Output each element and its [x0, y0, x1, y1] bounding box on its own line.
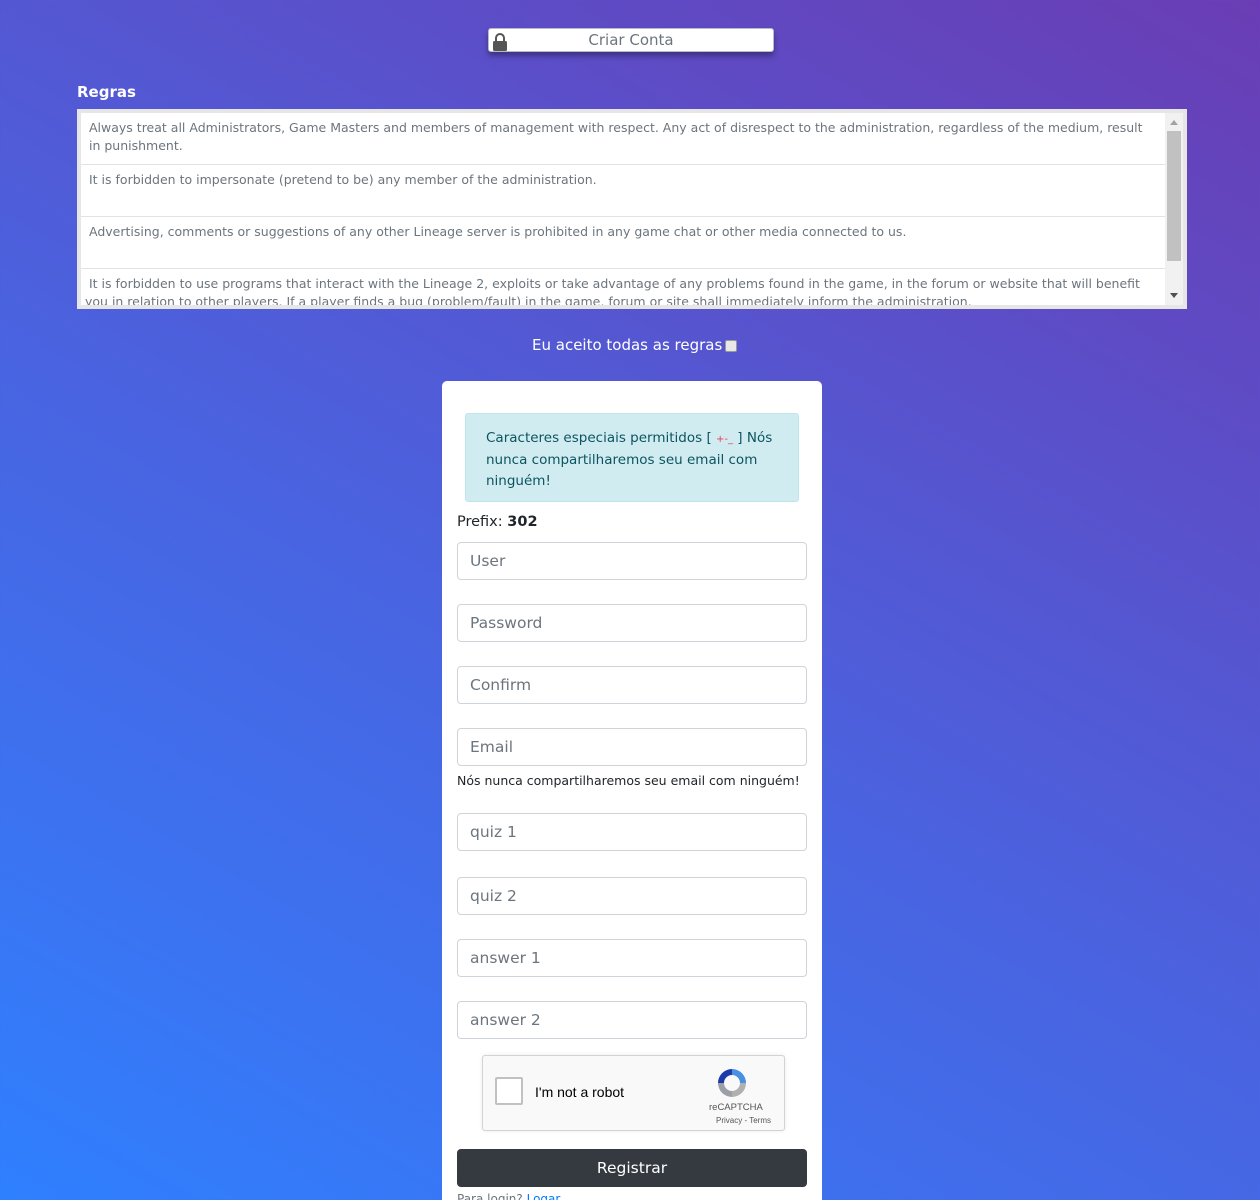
login-prompt: Para login?	[457, 1192, 523, 1200]
confirm-password-input[interactable]	[457, 666, 807, 704]
rules-list: Always treat all Administrators, Game Ma…	[81, 113, 1165, 305]
login-line: Para login? Logar	[457, 1192, 560, 1200]
create-account-button[interactable]: Criar Conta	[488, 28, 774, 52]
password-input[interactable]	[457, 604, 807, 642]
scroll-thumb[interactable]	[1167, 131, 1181, 261]
prefix-line: Prefix: 302	[457, 514, 538, 530]
scroll-up-arrow-icon[interactable]	[1170, 120, 1178, 125]
create-account-label: Criar Conta	[588, 31, 674, 49]
recaptcha-privacy-link[interactable]: Privacy	[716, 1116, 742, 1125]
email-input[interactable]	[457, 728, 807, 766]
scroll-down-arrow-icon[interactable]	[1170, 293, 1178, 298]
alert-allowed-chars: +-_	[716, 434, 734, 445]
user-input[interactable]	[457, 542, 807, 580]
recaptcha-brand: reCAPTCHA	[709, 1102, 763, 1113]
recaptcha-logo-icon	[718, 1069, 746, 1097]
prefix-value: 302	[507, 514, 538, 530]
register-card: Caracteres especiais permitidos [ +-_ ] …	[442, 381, 822, 1200]
rule-item: It is forbidden to use programs that int…	[81, 269, 1165, 305]
email-help-text: Nós nunca compartilharemos seu email com…	[457, 773, 800, 788]
alert-text-prefix: Caracteres especiais permitidos [	[486, 430, 717, 446]
rule-item: It is forbidden to impersonate (pretend …	[81, 165, 1165, 217]
quiz2-input[interactable]	[457, 877, 807, 915]
accept-rules-label: Eu aceito todas as regras	[532, 336, 723, 354]
quiz1-input[interactable]	[457, 813, 807, 851]
rule-item: Advertising, comments or suggestions of …	[81, 217, 1165, 269]
rules-list-box[interactable]: Always treat all Administrators, Game Ma…	[77, 109, 1187, 309]
prefix-label: Prefix:	[457, 514, 503, 530]
recaptcha-label: I'm not a robot	[535, 1084, 625, 1100]
register-button[interactable]: Registrar	[457, 1149, 807, 1187]
recaptcha-terms-link[interactable]: Terms	[749, 1116, 771, 1125]
recaptcha-checkbox[interactable]	[495, 1077, 523, 1105]
info-alert: Caracteres especiais permitidos [ +-_ ] …	[465, 413, 799, 502]
login-link[interactable]: Logar	[527, 1192, 561, 1200]
answer1-input[interactable]	[457, 939, 807, 977]
answer2-input[interactable]	[457, 1001, 807, 1039]
accept-rules-checkbox[interactable]	[725, 340, 738, 352]
lock-icon	[493, 33, 507, 51]
accept-rules: Eu aceito todas as regras	[532, 336, 738, 354]
recaptcha-terms: Privacy - Terms	[716, 1116, 771, 1125]
rules-scrollbar[interactable]	[1165, 113, 1183, 305]
rule-item: Always treat all Administrators, Game Ma…	[81, 113, 1165, 165]
recaptcha-widget: I'm not a robot reCAPTCHA Privacy - Term…	[482, 1055, 785, 1131]
rules-title: Regras	[77, 83, 136, 101]
